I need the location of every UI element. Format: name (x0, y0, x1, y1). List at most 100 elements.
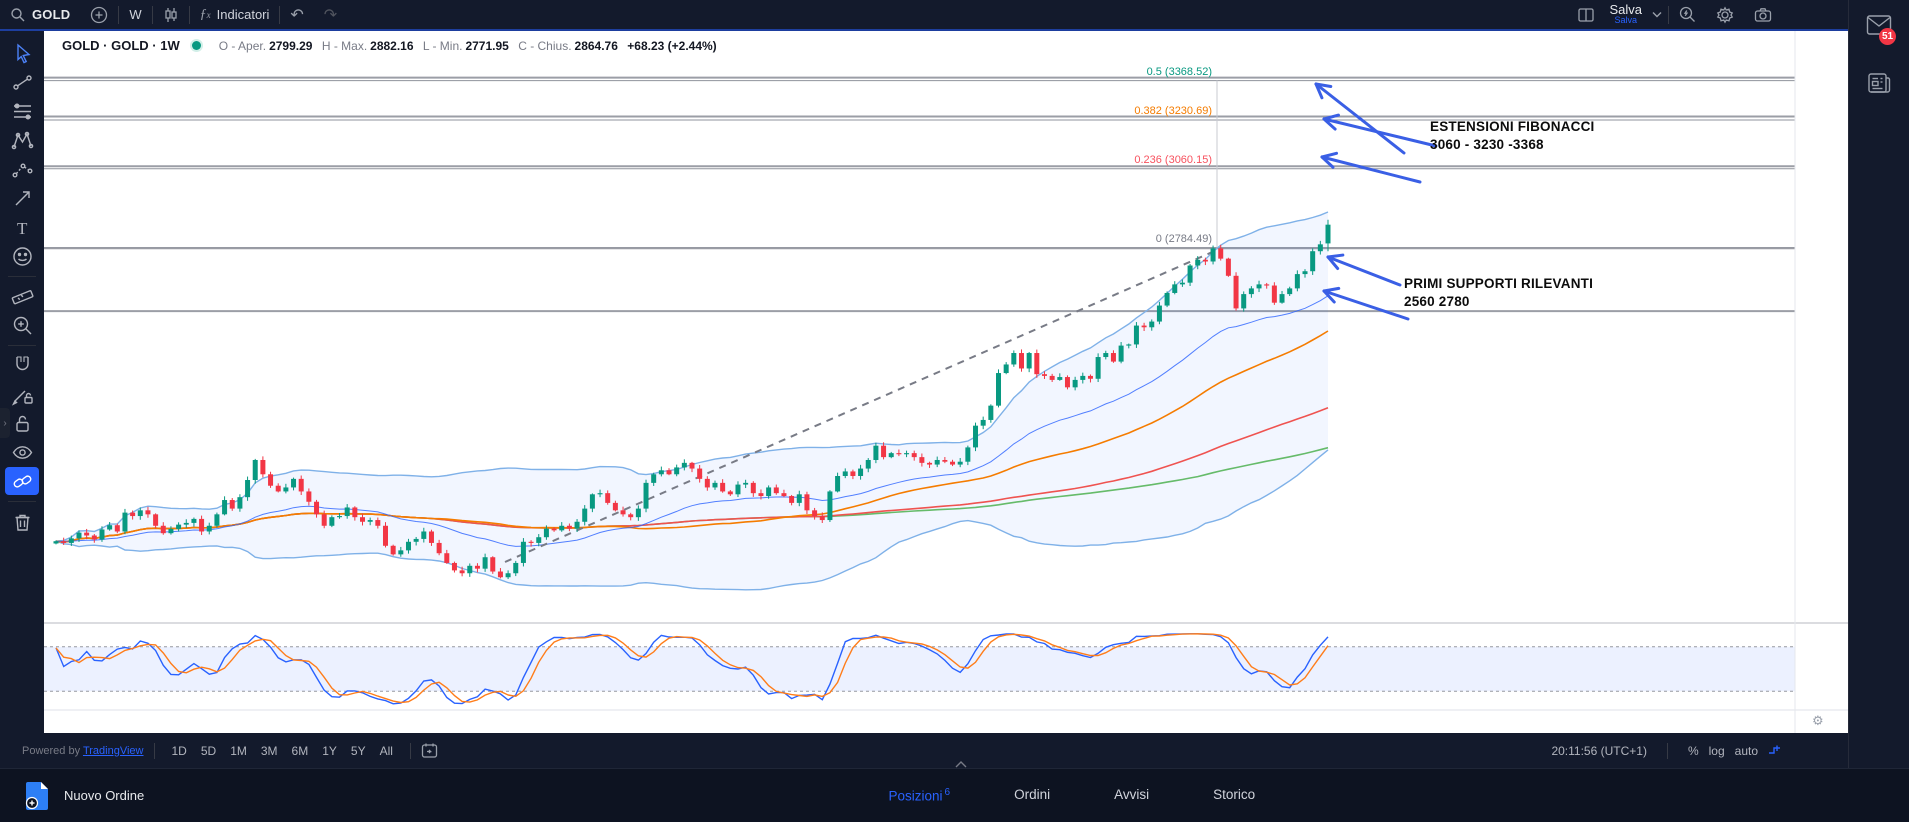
emoji-tool-button[interactable] (5, 242, 39, 270)
tab-posizioni[interactable]: Posizioni6 (889, 787, 951, 804)
svg-text:T: T (17, 219, 28, 238)
range-button-1y[interactable]: 1Y (316, 741, 343, 761)
forecast-icon (10, 157, 35, 182)
symbol-search-button[interactable]: GOLD (0, 0, 80, 29)
text-tool-tool-button[interactable]: T (5, 213, 39, 241)
hide-drawings-tool-button[interactable] (5, 438, 39, 466)
new-order-button[interactable]: Nuovo Ordine (24, 781, 144, 811)
save-button[interactable]: Salva Salva (1605, 4, 1646, 26)
toolbar-divider (8, 276, 36, 277)
top-toolbar: GOLD W ƒx Indicatori (0, 0, 1848, 31)
chart-legend[interactable]: GOLD · GOLD · 1W O - Aper.2799.29 H - Ma… (62, 38, 717, 53)
percent-scale-button[interactable]: % (1688, 744, 1699, 758)
fibonacci-annotation[interactable]: ESTENSIONI FIBONACCI 3060 - 3230 -3368 (1430, 118, 1595, 154)
plus-circle-icon (90, 6, 108, 24)
indicators-button[interactable]: ƒx Indicatori (190, 0, 280, 29)
save-menu-button[interactable] (1646, 0, 1668, 29)
ruler-tool-button[interactable] (5, 282, 39, 310)
redo-button[interactable]: ↷ (314, 0, 347, 29)
magnet-tool-button[interactable] (5, 351, 39, 379)
arrow-marker-tool-button[interactable] (5, 184, 39, 212)
new-order-label: Nuovo Ordine (64, 788, 144, 803)
range-button-6m[interactable]: 6M (286, 741, 315, 761)
save-status: Salva (1614, 15, 1637, 26)
trendline-tool-button[interactable] (5, 68, 39, 96)
interval-button[interactable]: W (119, 0, 151, 29)
range-button-all[interactable]: All (374, 741, 399, 761)
search-icon (10, 7, 26, 23)
save-label: Salva (1609, 4, 1642, 15)
range-button-1d[interactable]: 1D (166, 741, 193, 761)
forecast-tool-button[interactable] (5, 155, 39, 183)
range-button-5d[interactable]: 5D (195, 741, 222, 761)
tab-avvisi[interactable]: Avvisi (1114, 787, 1149, 804)
close-value: 2864.76 (575, 39, 618, 53)
lock-all-tool-button[interactable] (5, 409, 39, 437)
trading-tabs: Posizioni6 Ordini Avvisi Storico (889, 787, 1256, 804)
tradingview-link[interactable]: TradingView (83, 745, 144, 757)
unread-count-badge: 51 (1879, 28, 1896, 45)
sync-drawings-tool-button[interactable] (5, 467, 39, 495)
sync-drawings-icon (10, 469, 35, 494)
legend-symbol-title: GOLD · GOLD · 1W (62, 38, 180, 53)
fib-level-label: 0.382 (3230.69) (1134, 105, 1212, 117)
auto-scale-button[interactable]: auto (1735, 744, 1758, 758)
drawing-toolbar: T (0, 31, 44, 733)
zoom-in-tool-button[interactable] (5, 311, 39, 339)
range-button-1m[interactable]: 1M (224, 741, 253, 761)
compare-add-button[interactable] (80, 0, 118, 29)
ruler-icon (10, 284, 35, 309)
go-to-date-icon[interactable] (421, 742, 438, 759)
camera-icon (1754, 7, 1772, 23)
news-button[interactable] (1867, 72, 1891, 99)
remove-drawings-icon (10, 509, 35, 534)
tab-storico[interactable]: Storico (1213, 787, 1255, 804)
cursor-tool-button[interactable] (5, 39, 39, 67)
low-label: L - Min. (423, 39, 463, 53)
settings-button[interactable] (1706, 0, 1744, 29)
toolbar-divider (8, 501, 36, 502)
positions-count: 6 (945, 787, 951, 798)
powered-by: Powered by TradingView (22, 745, 144, 757)
candlestick-icon (163, 7, 179, 23)
panel-collapse-chevron[interactable] (950, 759, 972, 769)
journal-icon (1867, 72, 1891, 94)
magnet-icon (10, 353, 35, 378)
chart-style-button[interactable] (153, 0, 189, 29)
screenshot-button[interactable] (1744, 0, 1782, 29)
range-button-3m[interactable]: 3M (255, 741, 284, 761)
hide-drawings-icon (10, 440, 35, 465)
lock-all-icon (10, 411, 35, 436)
xabcd-pattern-tool-button[interactable] (5, 126, 39, 154)
trading-platform: GOLD W ƒx Indicatori (0, 0, 1909, 822)
watchlist-expander[interactable]: › (0, 408, 10, 438)
axis-settings-icon[interactable]: ⚙ (1812, 713, 1824, 729)
fib-retracement-icon (10, 99, 35, 124)
quick-search-button[interactable] (1669, 0, 1706, 29)
log-scale-button[interactable]: log (1709, 744, 1725, 758)
redo-icon: ↷ (324, 5, 337, 25)
range-button-5y[interactable]: 5Y (345, 741, 372, 761)
fib-retracement-tool-button[interactable] (5, 97, 39, 125)
close-label: C - Chius. (518, 39, 571, 53)
drawing-lock-icon (10, 382, 35, 407)
interval-label: W (129, 7, 141, 22)
arrow-marker-icon (10, 186, 35, 211)
bottom-toolbar: Powered by TradingView 1D5D1M3M6M1Y5YAll… (0, 733, 1848, 768)
drawing-lock-tool-button[interactable] (5, 380, 39, 408)
layout-button[interactable] (1567, 0, 1605, 29)
trading-panel-bar: Nuovo Ordine Posizioni6 Ordini Avvisi Stori… (0, 768, 1909, 822)
market-status-dot-icon (192, 41, 201, 50)
zoom-in-icon (10, 313, 35, 338)
undo-icon: ↶ (290, 5, 303, 25)
open-label: O - Aper. (219, 39, 266, 53)
adjust-scale-icon[interactable] (1768, 744, 1782, 758)
remove-drawings-tool-button[interactable] (5, 507, 39, 535)
toolbar-divider (8, 345, 36, 346)
layout-grid-icon (1577, 6, 1595, 24)
clock-label[interactable]: 20:11:56 (UTC+1) (1551, 744, 1647, 758)
right-sidebar: 51 (1848, 0, 1909, 768)
supports-annotation[interactable]: PRIMI SUPPORTI RILEVANTI 2560 2780 (1404, 275, 1593, 311)
undo-button[interactable]: ↶ (280, 0, 313, 29)
tab-ordini[interactable]: Ordini (1014, 787, 1050, 804)
